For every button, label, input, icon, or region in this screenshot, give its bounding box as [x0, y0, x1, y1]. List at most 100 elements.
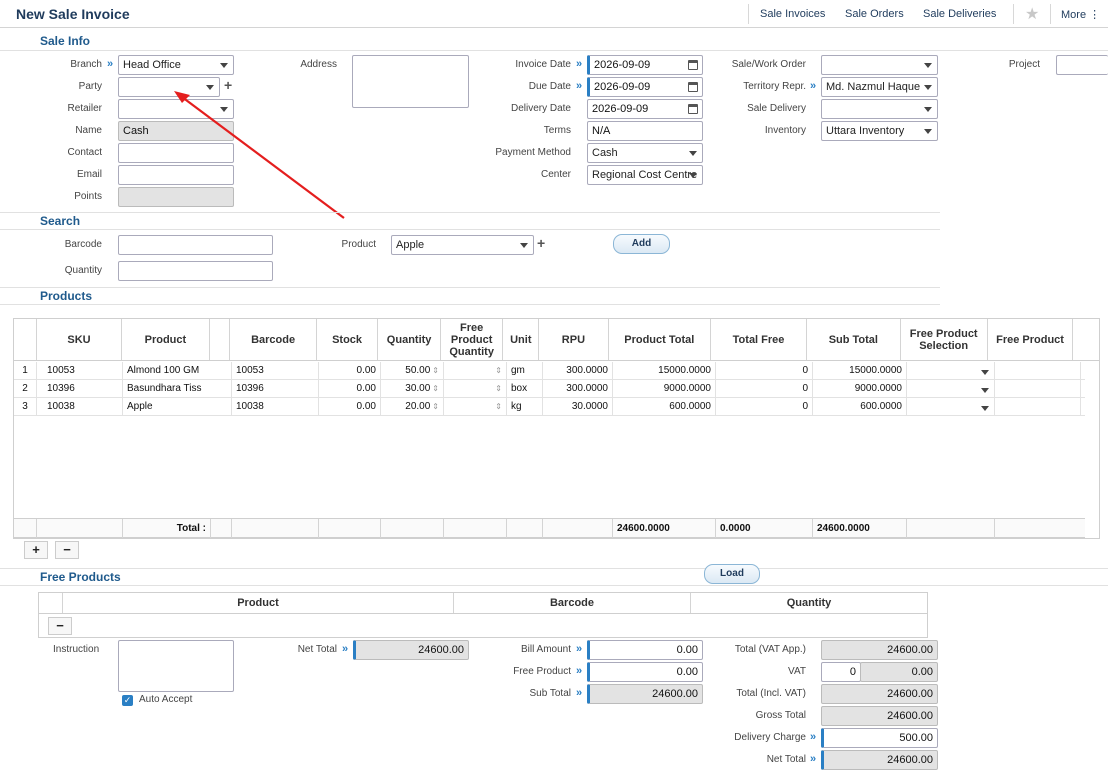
points-label: Points	[74, 191, 102, 202]
center-select[interactable]: Regional Cost Centre	[587, 165, 703, 185]
stepper-icon[interactable]: ⇕	[432, 362, 439, 380]
net-total-left-label: Net Total	[297, 644, 337, 655]
project-field[interactable]	[1056, 55, 1108, 75]
stepper-icon[interactable]: ⇕	[432, 398, 439, 416]
delivery-charge-field[interactable]: 500.00	[821, 728, 938, 748]
chevron-down-icon	[220, 63, 228, 68]
col-product-total[interactable]: Product Total	[609, 319, 711, 360]
add-button[interactable]: Add	[613, 234, 670, 254]
inventory-select[interactable]: Uttara Inventory	[821, 121, 938, 141]
net-total-field[interactable]: 24600.00	[821, 750, 938, 770]
nav-sale-invoices[interactable]: Sale Invoices	[760, 8, 825, 20]
col-sub-total[interactable]: Sub Total	[807, 319, 901, 360]
delivery-date-field[interactable]: 2026-09-09	[587, 99, 703, 119]
total-spacer	[232, 519, 319, 538]
instruction-field[interactable]	[118, 640, 234, 692]
calendar-icon[interactable]	[688, 104, 698, 114]
barcode-input[interactable]	[118, 235, 273, 255]
add-row-button[interactable]: +	[24, 541, 48, 559]
total-vat-app-field[interactable]: 24600.00	[821, 640, 938, 660]
total-incl-vat-field[interactable]: 24600.00	[821, 684, 938, 704]
annotation-arrow	[174, 91, 345, 219]
col-unit[interactable]: Unit	[503, 319, 540, 360]
party-label: Party	[78, 81, 102, 92]
table-row[interactable]: 3 10038 Apple 10038 0.00 20.00 ⇕ ⇕ kg 30.…	[14, 398, 1085, 416]
address-field[interactable]	[352, 55, 469, 108]
col-stock[interactable]: Stock	[317, 319, 379, 360]
chevron-down-icon	[981, 370, 989, 375]
col-free-quantity[interactable]: Free Product Quantity	[441, 319, 504, 360]
cell-quantity[interactable]: 30.00 ⇕	[381, 380, 444, 398]
table-row[interactable]: 1 10053 Almond 100 GM 10053 0.00 50.00 ⇕ …	[14, 362, 1085, 380]
net-total-label: Net Total	[766, 754, 806, 765]
cell-barcode: 10038	[232, 398, 319, 416]
col-barcode[interactable]: Barcode	[230, 319, 317, 360]
bill-amount-label: Bill Amount	[520, 644, 571, 655]
cell-free-quantity[interactable]: ⇕	[444, 398, 507, 416]
stepper-icon[interactable]: ⇕	[495, 362, 502, 380]
add-product-icon[interactable]: +	[537, 235, 545, 251]
table-row[interactable]: 2 10396 Basundhara Tiss 10396 0.00 30.00…	[14, 380, 1085, 398]
inventory-label: Inventory	[764, 125, 806, 136]
stepper-icon[interactable]: ⇕	[495, 398, 502, 416]
cell-free-product-selection[interactable]	[907, 380, 995, 398]
vat-amount-field[interactable]: 0.00	[860, 662, 938, 682]
total-spacer	[907, 519, 995, 538]
cell-quantity[interactable]: 50.00 ⇕	[381, 362, 444, 380]
calendar-icon[interactable]	[688, 60, 698, 70]
col-rpu[interactable]: RPU	[539, 319, 609, 360]
terms-field[interactable]: N/A	[587, 121, 703, 141]
section-search: Search	[40, 214, 81, 228]
nav-sale-deliveries[interactable]: Sale Deliveries	[923, 8, 996, 20]
col-free-barcode[interactable]: Barcode	[454, 593, 691, 613]
free-product-field[interactable]: 0.00	[587, 662, 703, 682]
nav-sale-orders[interactable]: Sale Orders	[845, 8, 904, 20]
remove-free-row-button[interactable]: −	[48, 617, 72, 635]
vat-percent-field[interactable]: 0	[821, 662, 861, 682]
chevron-right-icon: »	[810, 731, 817, 743]
payment-method-select[interactable]: Cash	[587, 143, 703, 163]
cell-free-product-selection[interactable]	[907, 398, 995, 416]
col-quantity[interactable]: Quantity	[378, 319, 441, 360]
col-free-product[interactable]: Product	[63, 593, 454, 613]
invoice-date-field[interactable]: 2026-09-09	[587, 55, 703, 75]
gross-total-field[interactable]: 24600.00	[821, 706, 938, 726]
branch-select[interactable]: Head Office	[118, 55, 234, 75]
sale-delivery-label: Sale Delivery	[747, 103, 806, 114]
cell-unit: box	[507, 380, 543, 398]
col-total-free[interactable]: Total Free	[711, 319, 808, 360]
calendar-icon[interactable]	[688, 82, 698, 92]
load-button[interactable]: Load	[704, 564, 760, 584]
col-free-quantity[interactable]: Quantity	[691, 593, 927, 613]
total-spacer	[211, 519, 232, 538]
sub-total-field[interactable]: 24600.00	[587, 684, 703, 704]
quantity-value: 20.00	[405, 401, 431, 412]
due-date-field[interactable]: 2026-09-09	[587, 77, 703, 97]
territory-select[interactable]: Md. Nazmul Haque	[821, 77, 938, 97]
cell-free-quantity[interactable]: ⇕	[444, 380, 507, 398]
cell-stock: 0.00	[319, 362, 381, 380]
col-product[interactable]: Product	[122, 319, 210, 360]
more-menu[interactable]: More ⋮	[1061, 8, 1100, 21]
stepper-icon[interactable]: ⇕	[495, 380, 502, 398]
cell-free-quantity[interactable]: ⇕	[444, 362, 507, 380]
sale-work-order-select[interactable]	[821, 55, 938, 75]
col-sku[interactable]: SKU	[37, 319, 123, 360]
bill-amount-field[interactable]: 0.00	[587, 640, 703, 660]
remove-row-button[interactable]: −	[55, 541, 79, 559]
sale-delivery-select[interactable]	[821, 99, 938, 119]
total-spacer	[14, 519, 37, 538]
sale-work-order-label: Sale/Work Order	[731, 59, 806, 70]
product-select[interactable]: Apple	[391, 235, 534, 255]
auto-accept-checkbox[interactable]: ✓	[122, 695, 133, 706]
products-total-row: Total : 24600.0000 0.0000 24600.0000	[14, 518, 1085, 538]
cell-quantity[interactable]: 20.00 ⇕	[381, 398, 444, 416]
col-free-product[interactable]: Free Product	[988, 319, 1074, 360]
cell-free-product-selection[interactable]	[907, 362, 995, 380]
stepper-icon[interactable]: ⇕	[432, 380, 439, 398]
star-icon[interactable]: ★	[1025, 4, 1039, 24]
col-free-product-selection[interactable]: Free Product Selection	[901, 319, 988, 360]
chevron-down-icon	[924, 129, 932, 134]
quantity-input[interactable]	[118, 261, 273, 281]
net-total-left-field[interactable]: 24600.00	[353, 640, 469, 660]
